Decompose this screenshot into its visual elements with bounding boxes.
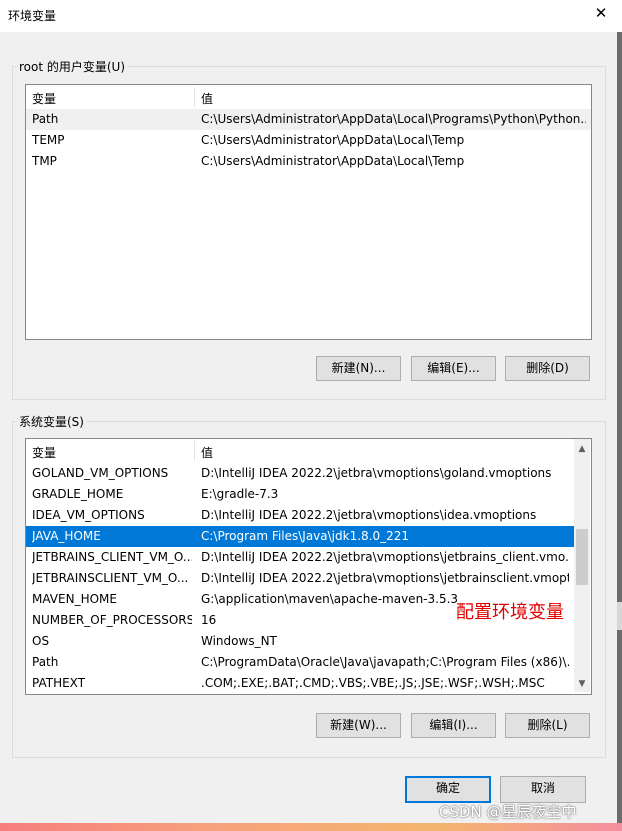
- column-header-name[interactable]: 变量: [32, 444, 56, 461]
- user-delete-button[interactable]: 删除(D): [505, 356, 590, 381]
- table-row[interactable]: PATHEXT .COM;.EXE;.BAT;.CMD;.VBS;.VBE;.JS…: [26, 673, 574, 694]
- variable-value: C:\Users\Administrator\AppData\Local\Tem…: [201, 154, 465, 168]
- table-row[interactable]: JETBRAINS_CLIENT_VM_O... D:\IntelliJ IDEA…: [26, 547, 574, 568]
- variable-value: C:\Users\Administrator\AppData\Local\Tem…: [201, 133, 465, 147]
- variable-name: JAVA_HOME: [32, 529, 101, 543]
- window-title: 环境变量: [8, 9, 57, 23]
- variable-name: JETBRAINS_CLIENT_VM_O...: [32, 550, 192, 564]
- variable-value: D:\IntelliJ IDEA 2022.2\jetbra\vmoptions…: [201, 571, 569, 585]
- variable-value: .COM;.EXE;.BAT;.CMD;.VBS;.VBE;.JS;.JSE;.…: [201, 676, 545, 690]
- table-row[interactable]: GOLAND_VM_OPTIONS D:\IntelliJ IDEA 2022.2…: [26, 463, 574, 484]
- system-variables-list[interactable]: 变量 值 GOLAND_VM_OPTIONS D:\IntelliJ IDEA 2…: [25, 438, 592, 695]
- desktop-strip: [0, 823, 622, 831]
- variable-name: NUMBER_OF_PROCESSORS: [32, 613, 192, 627]
- variable-name: TMP: [32, 154, 57, 168]
- variable-name: TEMP: [32, 133, 65, 147]
- table-row[interactable]: Path C:\ProgramData\Oracle\Java\javapath;…: [26, 652, 574, 673]
- user-edit-button[interactable]: 编辑(E)...: [411, 356, 496, 381]
- variable-value: C:\Users\Administrator\AppData\Local\Pro…: [201, 112, 586, 126]
- cancel-button[interactable]: 取消: [500, 776, 586, 803]
- variable-value: C:\Program Files\Java\jdk1.8.0_221: [201, 529, 410, 543]
- table-row[interactable]: TMP C:\Users\Administrator\AppData\Local…: [26, 151, 591, 172]
- table-row[interactable]: OS Windows_NT: [26, 631, 574, 652]
- table-row[interactable]: GRADLE_HOME E:\gradle-7.3: [26, 484, 574, 505]
- variable-name: Path: [32, 655, 59, 669]
- variable-value: D:\IntelliJ IDEA 2022.2\jetbra\vmoptions…: [201, 550, 569, 564]
- vertical-scrollbar[interactable]: ▲ ▼: [574, 439, 590, 692]
- variable-value: Windows_NT: [201, 634, 277, 648]
- scroll-down-icon[interactable]: ▼: [574, 676, 590, 692]
- list-header: 变量 值: [26, 439, 574, 463]
- system-edit-button[interactable]: 编辑(I)...: [411, 713, 496, 738]
- column-header-value[interactable]: 值: [201, 444, 213, 461]
- close-icon[interactable]: ✕: [594, 4, 608, 24]
- variable-name: OS: [32, 634, 50, 648]
- background-window-edge: [617, 32, 622, 823]
- variable-name: GRADLE_HOME: [32, 487, 124, 501]
- variable-name: GOLAND_VM_OPTIONS: [32, 466, 169, 480]
- variable-name: IDEA_VM_OPTIONS: [32, 508, 145, 522]
- variable-value: C:\ProgramData\Oracle\Java\javapath;C:\P…: [201, 655, 569, 669]
- variable-name: MAVEN_HOME: [32, 592, 117, 606]
- variable-name: PATHEXT: [32, 676, 86, 690]
- user-variables-list[interactable]: 变量 值 Path C:\Users\Administrator\AppData…: [25, 84, 592, 340]
- variable-name: Path: [32, 112, 59, 126]
- table-row[interactable]: JAVA_HOME C:\Program Files\Java\jdk1.8.0_…: [26, 526, 574, 547]
- list-header: 变量 值: [26, 85, 591, 109]
- user-new-button[interactable]: 新建(N)...: [316, 356, 401, 381]
- variable-value: E:\gradle-7.3: [201, 487, 279, 501]
- system-new-button[interactable]: 新建(W)...: [316, 713, 401, 738]
- column-header-name[interactable]: 变量: [32, 90, 56, 107]
- table-row[interactable]: IDEA_VM_OPTIONS D:\IntelliJ IDEA 2022.2\j…: [26, 505, 574, 526]
- variable-value: D:\IntelliJ IDEA 2022.2\jetbra\vmoptions…: [201, 466, 552, 480]
- system-variables-legend: 系统变量(S): [19, 415, 84, 429]
- title-bar: 环境变量 ✕: [0, 0, 622, 32]
- watermark: CSDN @星辰夜空中: [439, 803, 577, 821]
- scroll-thumb[interactable]: [576, 529, 588, 586]
- ok-button[interactable]: 确定: [405, 776, 491, 803]
- system-delete-button[interactable]: 删除(L): [505, 713, 590, 738]
- table-row[interactable]: TEMP C:\Users\Administrator\AppData\Loca…: [26, 130, 591, 151]
- table-row[interactable]: Path C:\Users\Administrator\AppData\Loca…: [26, 109, 591, 130]
- user-variables-legend: root 的用户变量(U): [19, 60, 126, 74]
- table-row[interactable]: JETBRAINSCLIENT_VM_O... D:\IntelliJ IDEA …: [26, 568, 574, 589]
- variable-name: JETBRAINSCLIENT_VM_O...: [32, 571, 189, 585]
- scroll-up-icon[interactable]: ▲: [574, 441, 590, 457]
- variable-value: D:\IntelliJ IDEA 2022.2\jetbra\vmoptions…: [201, 508, 537, 522]
- column-header-value[interactable]: 值: [201, 90, 213, 107]
- annotation-text: 配置环境变量: [456, 602, 564, 623]
